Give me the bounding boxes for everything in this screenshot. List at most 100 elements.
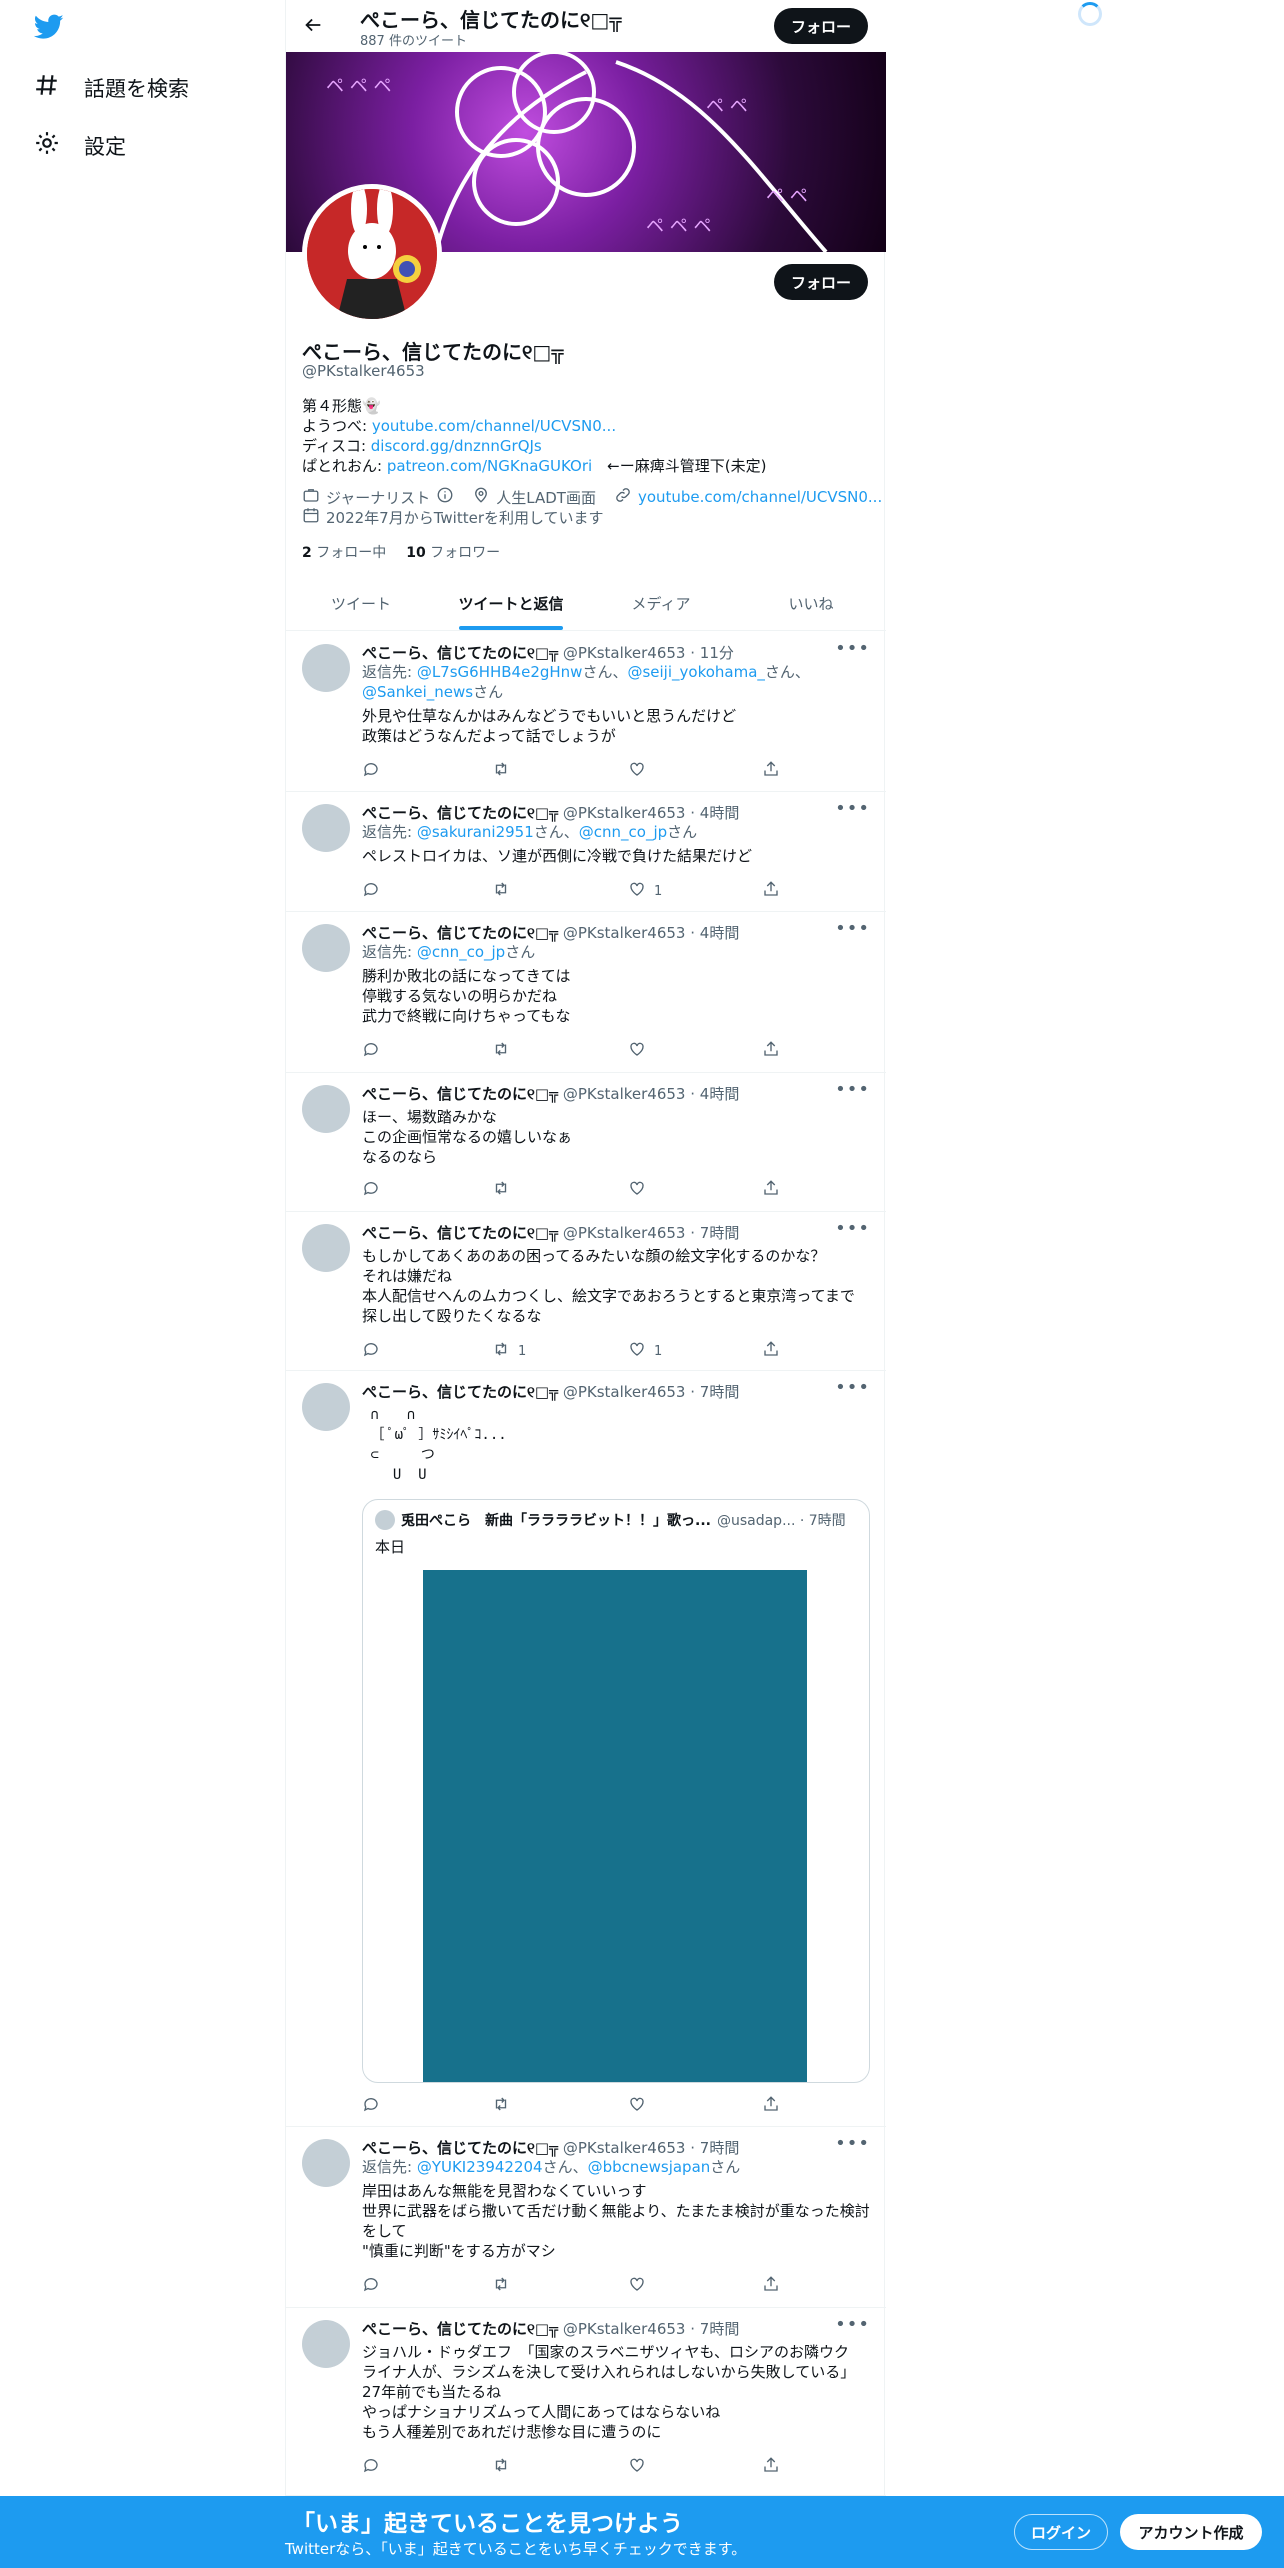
nav-item-explore[interactable]: 話題を検索 xyxy=(34,72,189,103)
like-button[interactable] xyxy=(628,2275,654,2297)
share-button[interactable] xyxy=(762,1040,780,1062)
tweet[interactable]: ぺこーら、信じてたのに୧□╦ @PKstalker4653 · 7時間 ••• … xyxy=(286,1371,886,2127)
like-button[interactable] xyxy=(628,760,654,782)
like-button[interactable]: 1 xyxy=(628,1340,662,1362)
signup-button[interactable]: アカウント作成 xyxy=(1120,2514,1262,2550)
followers-link[interactable]: 10 フォロワー xyxy=(406,542,500,562)
following-link[interactable]: 2 フォロー中 xyxy=(302,542,386,562)
tweet-author[interactable]: ぺこーら、信じてたのに୧□╦ xyxy=(362,2139,558,2157)
share-button[interactable] xyxy=(762,880,780,902)
tab-tweets[interactable]: ツイート xyxy=(286,578,436,630)
reply-mention[interactable]: @Sankei_news xyxy=(362,683,473,701)
share-button[interactable] xyxy=(762,2095,780,2117)
twitter-logo-icon[interactable] xyxy=(33,14,64,44)
tweet[interactable]: ぺこーら、信じてたのに୧□╦ @PKstalker4653 · 7時間 ••• … xyxy=(286,1212,886,1371)
tweet-avatar[interactable] xyxy=(302,644,350,692)
tweet-author[interactable]: ぺこーら、信じてたのに୧□╦ xyxy=(362,644,558,662)
share-button[interactable] xyxy=(762,1179,780,1201)
quoted-tweet[interactable]: 兎田ぺこら 新曲「ララララビット！！」歌っ... @usadap... · 7時… xyxy=(362,1499,870,2083)
tweet-author[interactable]: ぺこーら、信じてたのに୧□╦ xyxy=(362,1224,558,1242)
reply-mention[interactable]: @sakurani2951 xyxy=(417,823,534,841)
retweet-button[interactable] xyxy=(492,1040,518,1062)
tweet-author[interactable]: ぺこーら、信じてたのに୧□╦ xyxy=(362,2320,558,2338)
bio-patreon-link[interactable]: patreon.com/NGKnaGUKOri xyxy=(387,457,592,475)
tweet-avatar[interactable] xyxy=(302,804,350,852)
tweet-author[interactable]: ぺこーら、信じてたのに୧□╦ xyxy=(362,1085,558,1103)
tweet-handle-time[interactable]: @PKstalker4653 · 11分 xyxy=(563,644,734,662)
tweet[interactable]: ぺこーら、信じてたのに୧□╦ @PKstalker4653 · 4時間 ••• … xyxy=(286,792,886,912)
more-icon[interactable]: ••• xyxy=(835,1377,870,1398)
reply-button[interactable] xyxy=(362,1340,380,1362)
retweet-button[interactable] xyxy=(492,1179,518,1201)
like-button[interactable]: 1 xyxy=(628,880,662,902)
more-icon[interactable]: ••• xyxy=(835,1079,870,1100)
share-button[interactable] xyxy=(762,2456,780,2478)
tweet-handle-time[interactable]: @PKstalker4653 · 7時間 xyxy=(563,2320,740,2338)
tweet-handle-time[interactable]: @PKstalker4653 · 7時間 xyxy=(563,1383,740,1401)
header-follow-button[interactable]: フォロー xyxy=(774,8,868,44)
login-button[interactable]: ログイン xyxy=(1014,2514,1108,2550)
tweet-author[interactable]: ぺこーら、信じてたのに୧□╦ xyxy=(362,924,558,942)
tweet-handle-time[interactable]: @PKstalker4653 · 4時間 xyxy=(563,804,740,822)
share-button[interactable] xyxy=(762,1340,780,1362)
tweet-handle-time[interactable]: @PKstalker4653 · 4時間 xyxy=(563,924,740,942)
reply-mention[interactable]: @YUKI23942204 xyxy=(417,2158,543,2176)
tweet[interactable]: ぺこーら、信じてたのに୧□╦ @PKstalker4653 · 4時間 ••• … xyxy=(286,912,886,1073)
tab-likes[interactable]: いいね xyxy=(736,578,886,630)
tab-media[interactable]: メディア xyxy=(586,578,736,630)
nav-item-settings[interactable]: 設定 xyxy=(34,130,126,161)
tweet-handle-time[interactable]: @PKstalker4653 · 7時間 xyxy=(563,1224,740,1242)
reply-mention[interactable]: @cnn_co_jp xyxy=(417,943,505,961)
reply-button[interactable] xyxy=(362,1040,380,1062)
tweet[interactable]: ぺこーら、信じてたのに୧□╦ @PKstalker4653 · 11分 ••• … xyxy=(286,632,886,792)
quote-image[interactable] xyxy=(423,1570,807,2082)
retweet-button[interactable]: 1 xyxy=(492,1340,526,1362)
more-icon[interactable]: ••• xyxy=(835,918,870,939)
reply-mention[interactable]: @L7sG6HHB4e2gHnw xyxy=(417,663,583,681)
retweet-button[interactable] xyxy=(492,2275,518,2297)
share-button[interactable] xyxy=(762,760,780,782)
like-button[interactable] xyxy=(628,2095,654,2117)
tweet-avatar[interactable] xyxy=(302,1085,350,1133)
tweet-avatar[interactable] xyxy=(302,1224,350,1272)
reply-button[interactable] xyxy=(362,880,380,902)
reply-mention[interactable]: @bbcnewsjapan xyxy=(588,2158,711,2176)
more-icon[interactable]: ••• xyxy=(835,798,870,819)
reply-button[interactable] xyxy=(362,760,380,782)
more-icon[interactable]: ••• xyxy=(835,638,870,659)
retweet-button[interactable] xyxy=(492,880,518,902)
tab-tweets-and-replies[interactable]: ツイートと返信 xyxy=(436,578,586,630)
tweet-avatar[interactable] xyxy=(302,1383,350,1431)
share-button[interactable] xyxy=(762,2275,780,2297)
retweet-button[interactable] xyxy=(492,2095,518,2117)
back-arrow-icon[interactable] xyxy=(302,14,324,40)
like-button[interactable] xyxy=(628,1040,654,1062)
profile-url-link[interactable]: youtube.com/channel/UCVSN0... xyxy=(638,488,882,506)
tweet-avatar[interactable] xyxy=(302,924,350,972)
reply-button[interactable] xyxy=(362,2095,380,2117)
profile-follow-button[interactable]: フォロー xyxy=(774,264,868,300)
tweet-author[interactable]: ぺこーら、信じてたのに୧□╦ xyxy=(362,1383,558,1401)
tweet-avatar[interactable] xyxy=(302,2139,350,2187)
bio-youtube-link[interactable]: youtube.com/channel/UCVSN0... xyxy=(372,417,616,435)
more-icon[interactable]: ••• xyxy=(835,1218,870,1239)
reply-button[interactable] xyxy=(362,2456,380,2478)
tweet-author[interactable]: ぺこーら、信じてたのに୧□╦ xyxy=(362,804,558,822)
tweet[interactable]: ぺこーら、信じてたのに୧□╦ @PKstalker4653 · 7時間 ••• … xyxy=(286,2127,886,2308)
like-button[interactable] xyxy=(628,2456,654,2478)
more-icon[interactable]: ••• xyxy=(835,2133,870,2154)
reply-mention[interactable]: @cnn_co_jp xyxy=(579,823,667,841)
reply-button[interactable] xyxy=(362,1179,380,1201)
tweet-avatar[interactable] xyxy=(302,2320,350,2368)
reply-mention[interactable]: @seiji_yokohama_ xyxy=(627,663,764,681)
tweet-handle-time[interactable]: @PKstalker4653 · 7時間 xyxy=(563,2139,740,2157)
more-icon[interactable]: ••• xyxy=(835,2314,870,2335)
tweet-handle-time[interactable]: @PKstalker4653 · 4時間 xyxy=(563,1085,740,1103)
like-button[interactable] xyxy=(628,1179,654,1201)
bio-discord-link[interactable]: discord.gg/dnznnGrQJs xyxy=(371,437,542,455)
retweet-button[interactable] xyxy=(492,2456,518,2478)
tweet[interactable]: ぺこーら、信じてたのに୧□╦ @PKstalker4653 · 4時間 ••• … xyxy=(286,1073,886,1212)
retweet-button[interactable] xyxy=(492,760,518,782)
info-icon[interactable] xyxy=(436,486,454,508)
tweet[interactable]: ぺこーら、信じてたのに୧□╦ @PKstalker4653 · 7時間 ••• … xyxy=(286,2308,886,2496)
